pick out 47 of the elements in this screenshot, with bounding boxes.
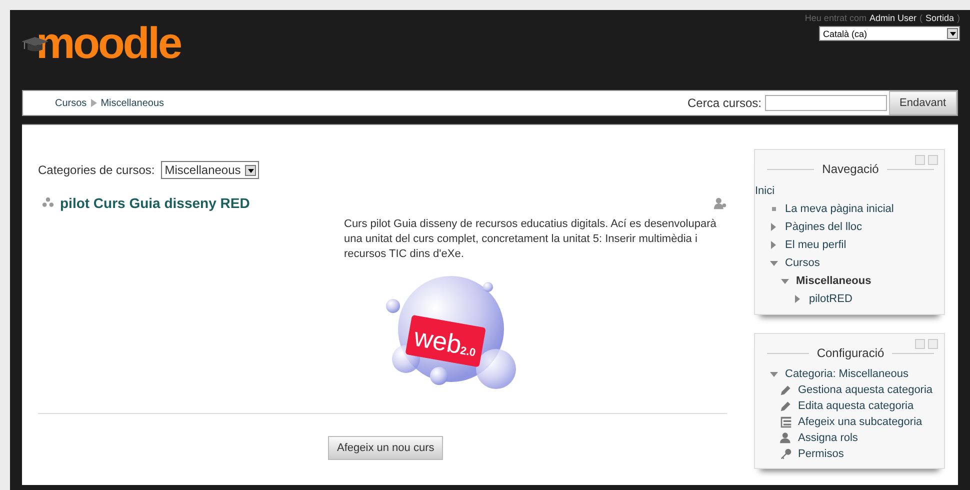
course-icon xyxy=(42,197,54,209)
breadcrumb-link[interactable]: Miscellaneous xyxy=(100,98,164,108)
parenthesis-text: ) xyxy=(957,13,960,23)
tree-item[interactable]: Miscellaneous xyxy=(796,275,872,287)
add-course-button[interactable]: Afegeix un nou curs xyxy=(328,436,444,460)
expanded-arrow-icon[interactable] xyxy=(781,278,789,284)
expanded-arrow-icon[interactable] xyxy=(770,372,778,376)
moodle-logo[interactable]: moodle xyxy=(22,20,180,68)
tree-item[interactable]: Afegeix una subcategoria xyxy=(798,416,922,428)
language-select[interactable]: Català (ca) xyxy=(819,26,960,41)
logout-link[interactable]: Sortida xyxy=(925,13,954,23)
collapsed-arrow-icon[interactable] xyxy=(795,295,800,303)
category-label: Categories de cursos: xyxy=(38,163,155,177)
users-icon xyxy=(714,196,727,210)
tree-item[interactable]: Inici xyxy=(755,185,775,197)
login-info-text: Heu entrat com xyxy=(804,13,866,23)
breadcrumb-separator-icon xyxy=(90,99,97,107)
expanded-arrow-icon[interactable] xyxy=(770,260,778,266)
category-select[interactable]: Miscellaneous xyxy=(160,161,259,179)
tree-item[interactable]: Assigna rols xyxy=(798,432,858,444)
pencil-icon xyxy=(780,384,792,396)
tree-item[interactable]: Gestiona aquesta categoria xyxy=(798,384,933,396)
tree-item[interactable]: pilotRED xyxy=(809,293,852,305)
collapsed-arrow-icon[interactable] xyxy=(771,241,776,249)
tree-item[interactable]: Cursos xyxy=(785,257,820,269)
course-summary: Curs pilot Guia disseny de recursos educatius digitals. Ací es desenvoluparà una unitat del curs complet, concretament la unitat 5: Inserir multimèdia i recursos TIC dins d'eXe. xyxy=(344,217,718,262)
breadcrumb-link[interactable]: Cursos xyxy=(55,98,87,108)
key-icon xyxy=(780,448,792,460)
search-field[interactable] xyxy=(764,95,887,111)
list-icon xyxy=(780,416,792,428)
parenthesis-text: ( xyxy=(919,13,922,23)
course-title-link[interactable]: pilot Curs Guia disseny RED xyxy=(60,195,714,211)
user-link[interactable]: Admin User xyxy=(869,13,916,23)
tree-item[interactable]: La meva pàgina inicial xyxy=(785,203,894,215)
tree-item[interactable]: El meu perfil xyxy=(785,239,846,251)
search-button[interactable]: Endavant xyxy=(888,91,957,115)
bullet-icon xyxy=(772,207,776,211)
search-label: Cerca cursos: xyxy=(687,96,762,110)
tree-item[interactable]: Edita aquesta categoria xyxy=(798,400,914,412)
collapsed-arrow-icon[interactable] xyxy=(771,223,776,231)
tree-item[interactable]: Categoria: Miscellaneous xyxy=(785,368,909,380)
block-title: Configuració xyxy=(816,346,884,360)
block-title: Navegació xyxy=(822,162,879,176)
tree-item[interactable]: Pàgines del lloc xyxy=(785,221,862,233)
tree-item[interactable]: Permisos xyxy=(798,448,844,460)
pencil-icon xyxy=(780,400,792,412)
user-icon xyxy=(780,432,792,444)
